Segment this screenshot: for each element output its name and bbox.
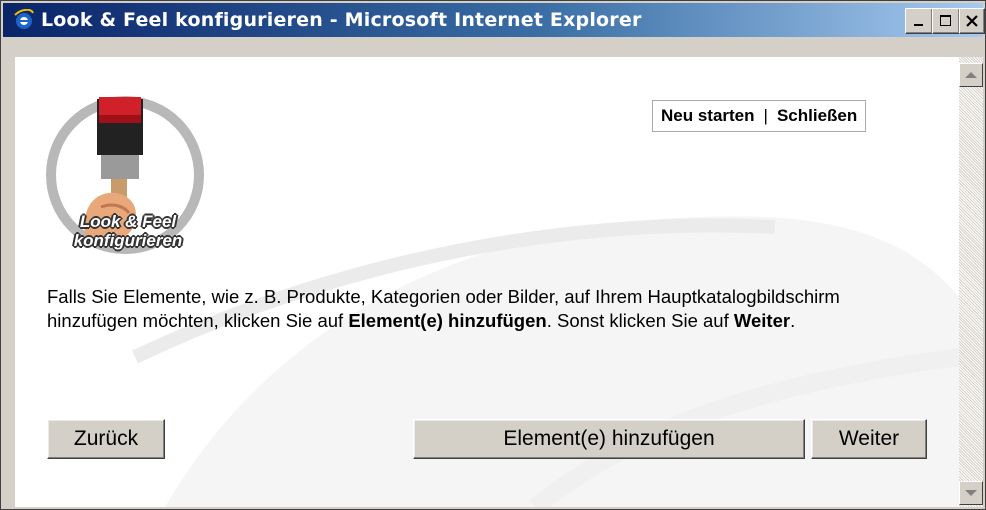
minimize-icon	[914, 24, 923, 26]
window-title: Look & Feel konfigurieren - Microsoft In…	[41, 9, 642, 31]
restart-link[interactable]: Neu starten	[661, 106, 755, 126]
maximize-button[interactable]	[932, 8, 960, 34]
instruction-part2: . Sonst klicken Sie auf	[546, 310, 734, 331]
minimize-button[interactable]	[905, 8, 933, 34]
arrow-down-icon	[965, 490, 977, 496]
instruction-part3: .	[790, 310, 796, 331]
scroll-down-button[interactable]	[959, 481, 983, 505]
top-links: Neu starten | Schließen	[652, 100, 867, 132]
instruction-bold-next: Weiter	[733, 310, 791, 331]
close-link[interactable]: Schließen	[777, 106, 857, 126]
arrow-up-icon	[965, 72, 977, 78]
instruction-bold-add: Element(e) hinzufügen	[348, 310, 547, 331]
logo-label: Look & Feel konfigurieren	[45, 212, 211, 250]
browser-window: Look & Feel konfigurieren - Microsoft In…	[0, 0, 986, 510]
logo-label-line2: konfigurieren	[73, 231, 183, 250]
instruction-text: Falls Sie Elemente, wie z. B. Produkte, …	[47, 285, 887, 333]
page-content: Neu starten | Schließen Look & Feel konf…	[15, 57, 959, 507]
next-button[interactable]: Weiter	[811, 419, 927, 459]
close-icon	[966, 15, 978, 27]
title-bar[interactable]: Look & Feel konfigurieren - Microsoft In…	[3, 3, 985, 37]
close-window-button[interactable]	[959, 8, 985, 34]
add-elements-button[interactable]: Element(e) hinzufügen	[413, 419, 805, 459]
back-button[interactable]: Zurück	[47, 419, 165, 459]
logo-label-line1: Look & Feel	[79, 212, 177, 231]
link-separator: |	[763, 106, 768, 125]
maximize-icon	[940, 15, 951, 26]
scroll-up-button[interactable]	[959, 63, 983, 87]
internet-explorer-icon	[14, 9, 34, 29]
vertical-scrollbar[interactable]	[959, 57, 983, 507]
